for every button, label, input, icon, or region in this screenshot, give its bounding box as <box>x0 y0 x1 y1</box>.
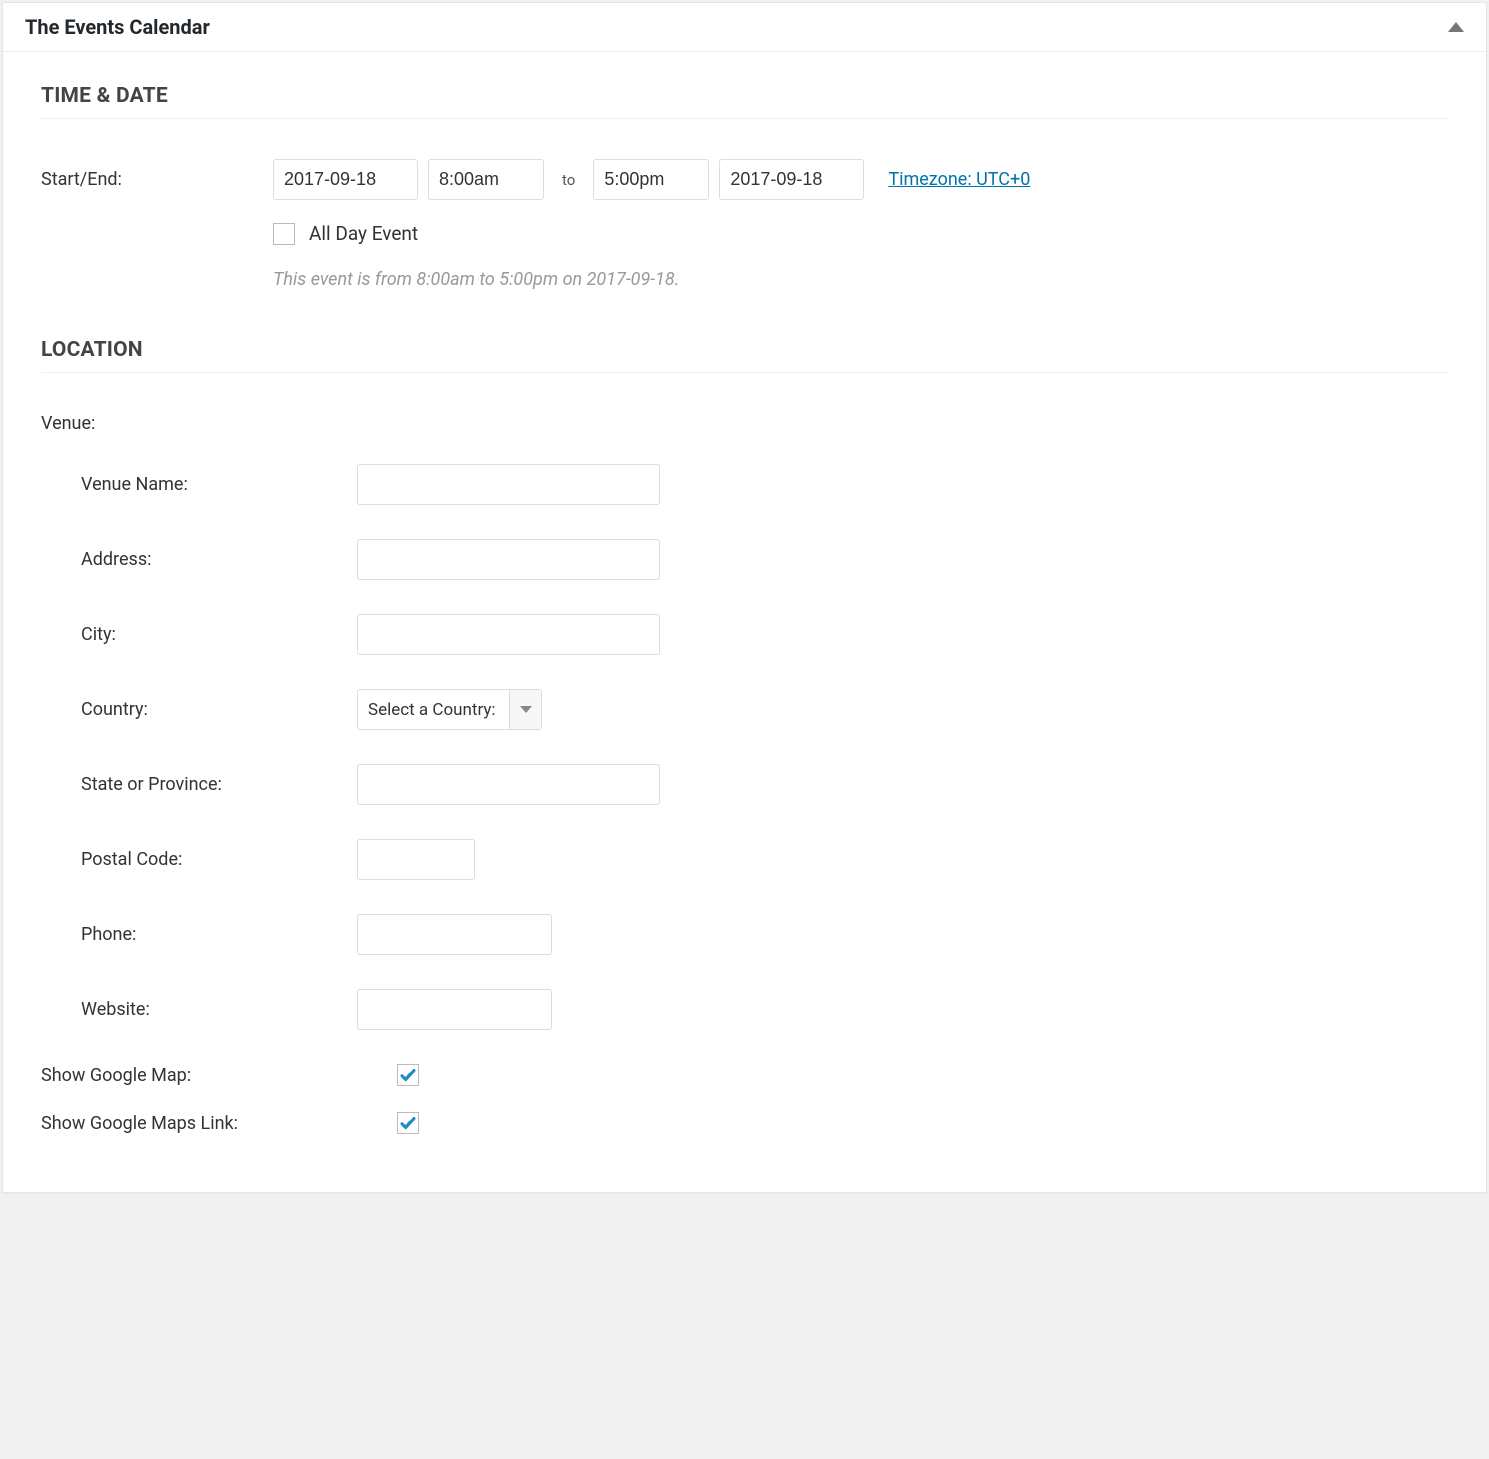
all-day-checkbox[interactable] <box>273 223 295 245</box>
show-map-link-checkbox[interactable] <box>397 1112 419 1134</box>
city-label: City: <box>41 624 357 645</box>
start-end-label: Start/End: <box>41 169 273 190</box>
country-label: Country: <box>41 699 357 720</box>
venue-fields: Venue Name: Address: City: Country: Sele… <box>41 464 1448 1134</box>
all-day-row: All Day Event <box>273 222 1448 245</box>
metabox-title: The Events Calendar <box>25 15 210 39</box>
start-date-input[interactable] <box>273 159 418 200</box>
time-date-heading: TIME & DATE <box>41 84 1448 119</box>
postal-label: Postal Code: <box>41 849 357 870</box>
website-input[interactable] <box>357 989 552 1030</box>
show-map-link-row: Show Google Maps Link: <box>41 1112 1448 1134</box>
address-label: Address: <box>41 549 357 570</box>
phone-input[interactable] <box>357 914 552 955</box>
end-date-input[interactable] <box>719 159 864 200</box>
show-map-checkbox[interactable] <box>397 1064 419 1086</box>
metabox-body: TIME & DATE Start/End: to Timezone: UTC+… <box>3 52 1486 1192</box>
postal-input[interactable] <box>357 839 475 880</box>
venue-name-row: Venue Name: <box>41 464 1448 505</box>
to-separator: to <box>554 171 583 189</box>
phone-label: Phone: <box>41 924 357 945</box>
venue-name-input[interactable] <box>357 464 660 505</box>
collapse-icon[interactable] <box>1448 22 1464 32</box>
address-input[interactable] <box>357 539 660 580</box>
all-day-label: All Day Event <box>309 222 418 245</box>
event-summary: This event is from 8:00am to 5:00pm on 2… <box>273 269 1448 290</box>
city-row: City: <box>41 614 1448 655</box>
start-end-row: Start/End: to Timezone: UTC+0 <box>41 159 1448 200</box>
postal-row: Postal Code: <box>41 839 1448 880</box>
state-input[interactable] <box>357 764 660 805</box>
venue-name-label: Venue Name: <box>41 474 357 495</box>
events-calendar-metabox: The Events Calendar TIME & DATE Start/En… <box>2 2 1487 1193</box>
city-input[interactable] <box>357 614 660 655</box>
country-select[interactable]: Select a Country: <box>357 689 542 730</box>
address-row: Address: <box>41 539 1448 580</box>
country-row: Country: Select a Country: <box>41 689 1448 730</box>
time-group: to Timezone: UTC+0 <box>273 159 1030 200</box>
show-map-row: Show Google Map: <box>41 1064 1448 1086</box>
timezone-link[interactable]: Timezone: UTC+0 <box>888 169 1030 190</box>
state-label: State or Province: <box>41 774 357 795</box>
website-label: Website: <box>41 999 357 1020</box>
country-select-value: Select a Country: <box>358 690 509 729</box>
state-row: State or Province: <box>41 764 1448 805</box>
website-row: Website: <box>41 989 1448 1030</box>
end-time-input[interactable] <box>593 159 709 200</box>
phone-row: Phone: <box>41 914 1448 955</box>
chevron-down-icon <box>509 690 541 729</box>
show-map-link-label: Show Google Maps Link: <box>41 1113 397 1134</box>
metabox-header: The Events Calendar <box>3 3 1486 52</box>
show-map-label: Show Google Map: <box>41 1065 397 1086</box>
start-time-input[interactable] <box>428 159 544 200</box>
venue-label: Venue: <box>41 413 1448 434</box>
location-heading: LOCATION <box>41 338 1448 373</box>
